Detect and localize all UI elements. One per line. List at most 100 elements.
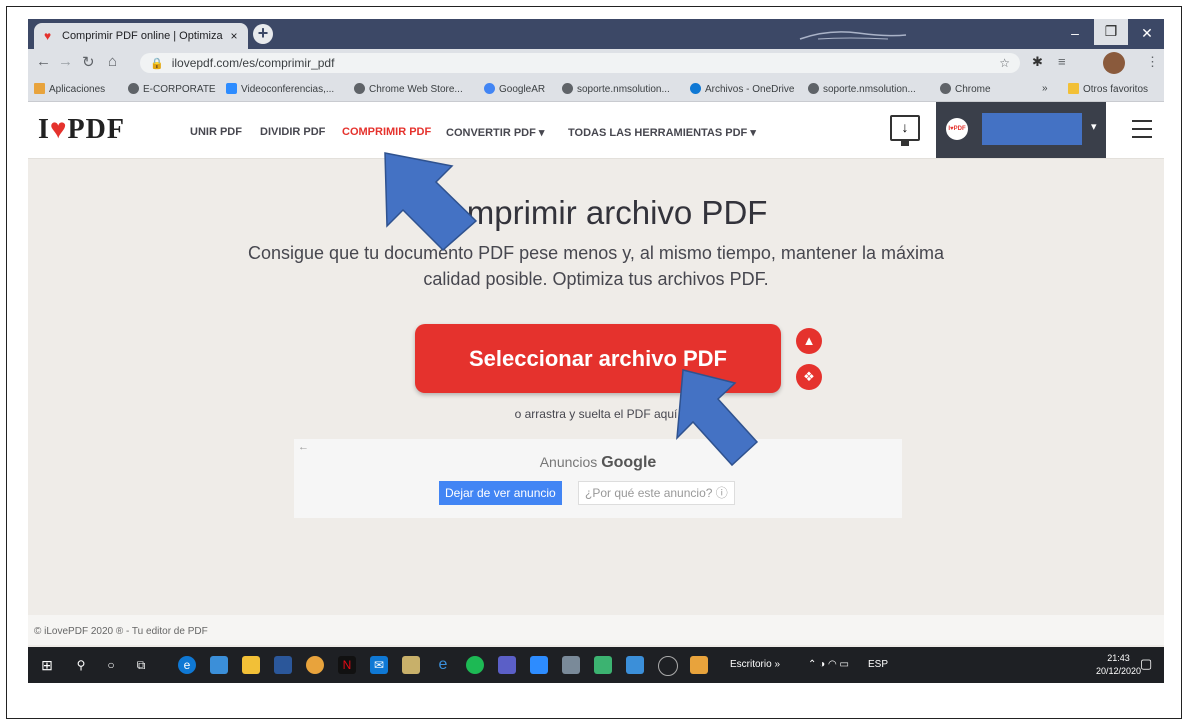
bookmark-ecorporate[interactable]: E-CORPORATE [128,83,216,95]
cortana-icon[interactable]: ○ [102,656,120,674]
browser-menu-icon[interactable]: ⋮ [1146,54,1159,70]
bookmarks-bar: Aplicaciones E-CORPORATE Videoconferenci… [28,77,1164,102]
notifications-icon[interactable]: ▢ [1140,656,1152,672]
zoom-icon[interactable] [530,656,548,674]
url-field[interactable]: 🔒 ilovepdf.com/es/comprimir_pdf ☆ [140,53,1020,73]
video-icon [226,83,237,94]
close-window-button[interactable]: ✕ [1130,21,1164,45]
apps-grid-icon [34,83,45,94]
ad-label-brand: Google [601,454,657,471]
logo-heart-icon: ♥ [49,114,68,145]
bookmark-label: soporte.nmsolution... [577,84,670,95]
task-view-icon[interactable]: ⧉ [132,656,150,674]
desktop-label: Escritorio [730,659,772,670]
bookmark-chrome[interactable]: Chrome [940,83,991,95]
ilovepdf-logo[interactable]: I♥PDF [38,114,125,146]
menu-unir-pdf[interactable]: UNIR PDF [190,126,242,138]
chrome-icon[interactable] [306,656,324,674]
bookmark-other[interactable]: Otros favoritos [1068,83,1148,95]
internet-explorer-icon[interactable]: e [434,656,452,674]
search-icon[interactable]: ⚲ [72,656,90,674]
select-pdf-button[interactable]: Seleccionar archivo PDF [415,324,781,393]
bookmark-label: E-CORPORATE [143,84,216,95]
tray-more: » [774,659,781,670]
bookmark-label: Videoconferencias,... [241,84,335,95]
google-icon [484,83,495,94]
minimize-button[interactable]: – [1058,21,1092,45]
language-indicator[interactable]: ESP [868,659,888,670]
app-icon[interactable] [562,656,580,674]
bookmark-label: GoogleAR [499,84,546,95]
user-menu[interactable]: I♥PDF ▾ [936,102,1106,158]
stop-ad-button[interactable]: Dejar de ver anuncio [439,481,562,505]
user-avatar: I♥PDF [946,118,968,140]
new-tab-button[interactable]: + [253,24,273,44]
windows-start-icon[interactable]: ⊞ [38,656,56,674]
lock-icon: 🔒 [150,58,164,70]
ad-label: Anuncios Google [294,454,902,472]
bookmark-videoconferencias[interactable]: Videoconferencias,... [226,83,334,95]
menu-todas-herramientas[interactable]: TODAS LAS HERRAMIENTAS PDF ▾ [568,126,756,139]
spotify-icon[interactable] [466,656,484,674]
globe-icon [562,83,573,94]
store-icon[interactable] [274,656,292,674]
menu-comprimir-pdf[interactable]: COMPRIMIR PDF [342,126,431,138]
forward-icon[interactable]: → [58,53,73,70]
star-icon[interactable]: ☆ [999,53,1010,73]
app-icon[interactable] [594,656,612,674]
restore-button[interactable]: ❐ [1094,19,1128,45]
netflix-icon[interactable]: N [338,656,356,674]
app-icon[interactable] [402,656,420,674]
windows-taskbar: ⊞ ⚲ ○ ⧉ e N ✉ e Escritorio » ⌃ ◑ ◠ ▭ ESP… [28,647,1164,683]
tray-icons[interactable]: ⌃ ◑ ◠ ▭ [808,659,849,670]
tab-close-icon[interactable]: × [226,29,242,43]
drop-hint: o arrastra y suelta el PDF aquí [514,407,678,421]
menu-dividir-pdf[interactable]: DIVIDIR PDF [260,126,325,138]
user-name-redacted [982,113,1082,145]
file-explorer-icon[interactable] [242,656,260,674]
browser-tabstrip: ♥ Comprimir PDF online | Optimiza × + – … [28,19,1164,49]
footer-text: © iLovePDF 2020 ® - Tu editor de PDF [34,626,208,637]
back-icon[interactable]: ← [36,53,51,70]
bookmark-soporte-1[interactable]: soporte.nmsolution... [562,83,670,95]
edge-icon[interactable]: e [178,656,196,674]
menu-convertir-pdf[interactable]: CONVERTIR PDF ▾ [446,126,544,139]
ad-back-icon[interactable]: ← [298,441,309,453]
desktop-stand [901,141,909,146]
google-drive-icon[interactable]: ▲ [796,328,822,354]
globe-icon [354,83,365,94]
ad-label-prefix: Anuncios [539,454,598,470]
reading-list-icon[interactable]: ≡ [1058,54,1066,69]
hamburger-menu-icon[interactable] [1132,120,1152,144]
screenshot: ♥ Comprimir PDF online | Optimiza × + – … [28,19,1164,683]
profile-avatar[interactable] [1103,52,1125,74]
dropbox-icon[interactable]: ❖ [796,364,822,390]
browser-tab[interactable]: ♥ Comprimir PDF online | Optimiza × [34,23,248,49]
address-bar-row: ← → ↻ ⌂ 🔒 ilovepdf.com/es/comprimir_pdf ☆… [28,49,1164,77]
extension-icon[interactable]: ✱ [1032,54,1043,70]
app-icon[interactable] [210,656,228,674]
reload-icon[interactable]: ↻ [82,53,95,71]
why-ad-button[interactable]: ¿Por qué este anuncio? ⓘ [578,481,735,505]
home-icon[interactable]: ⌂ [108,53,117,70]
bookmark-webstore[interactable]: Chrome Web Store... [354,83,463,95]
calculator-icon[interactable] [626,656,644,674]
bookmark-onedrive[interactable]: Archivos - OneDrive [690,83,794,95]
clock-date: 20/12/2020 [1096,666,1142,676]
globe-icon [940,83,951,94]
desktop-download-icon[interactable]: ↓ [890,115,920,141]
bookmark-soporte-2[interactable]: soporte.nmsolution... [808,83,916,95]
teams-icon[interactable] [498,656,516,674]
bookmark-label: Chrome [955,84,991,95]
mail-icon[interactable]: ✉ [370,656,388,674]
logo-pdf: PDF [67,114,125,145]
app-icon[interactable] [658,656,678,676]
bookmark-apps[interactable]: Aplicaciones [34,83,105,95]
bookmark-googlear[interactable]: GoogleAR [484,83,545,95]
logo-i: I [38,114,50,145]
app-icon[interactable] [690,656,708,674]
clock[interactable]: 21:43 20/12/2020 [1096,652,1141,678]
desktop-toolbar[interactable]: Escritorio » [730,659,780,670]
cloud-icon [690,83,701,94]
bookmarks-more[interactable]: » [1042,83,1048,94]
